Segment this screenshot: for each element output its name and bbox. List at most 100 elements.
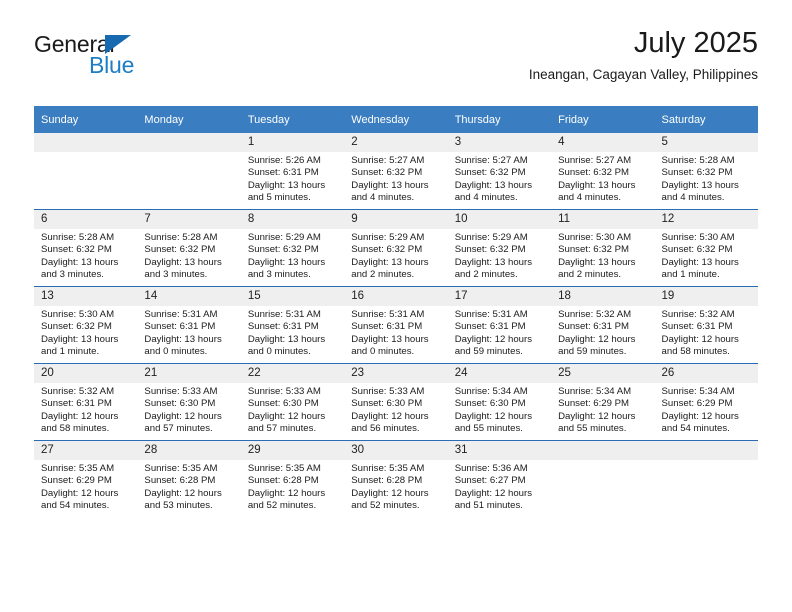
daylight-text: Daylight: 12 hours and 59 minutes. bbox=[558, 333, 636, 358]
sunset-text: Sunset: 6:32 PM bbox=[661, 244, 733, 256]
calendar-day-cell: 4 Sunrise: 5:27 AM Sunset: 6:32 PM Daylight… bbox=[551, 133, 655, 210]
calendar-cell-empty bbox=[551, 440, 655, 517]
sunset-text: Sunset: 6:30 PM bbox=[454, 398, 526, 410]
daylight-text: Daylight: 13 hours and 0 minutes. bbox=[247, 333, 326, 358]
calendar-header-row: Sunday Monday Tuesday Wednesday Thursday… bbox=[34, 106, 758, 133]
title-block: July 2025 Ineangan, Cagayan Valley, Phil… bbox=[529, 27, 758, 83]
day-details: Sunrise: 5:34 AM Sunset: 6:29 PM Daylight:… bbox=[655, 383, 758, 436]
daylight-text: Daylight: 13 hours and 3 minutes. bbox=[41, 256, 119, 281]
sunrise-text: Sunrise: 5:30 AM bbox=[41, 309, 115, 320]
weekday-header-saturday: Saturday bbox=[654, 106, 758, 133]
daylight-text: Daylight: 12 hours and 56 minutes. bbox=[351, 410, 429, 435]
calendar-day-cell: 14 Sunrise: 5:31 AM Sunset: 6:31 PM Dayligh… bbox=[137, 286, 241, 364]
calendar-day-cell: 8 Sunrise: 5:29 AM Sunset: 6:32 PM Daylight… bbox=[240, 209, 345, 287]
calendar-day-cell: 31 Sunrise: 5:36 AM Sunset: 6:27 PM Dayligh… bbox=[447, 440, 552, 517]
calendar-day-cell: 24 Sunrise: 5:34 AM Sunset: 6:30 PM Dayligh… bbox=[447, 363, 552, 441]
sunset-text: Sunset: 6:31 PM bbox=[351, 321, 423, 333]
day-number: 13 bbox=[34, 287, 138, 306]
sunset-text: Sunset: 6:31 PM bbox=[247, 167, 319, 179]
calendar-cell-empty bbox=[137, 133, 241, 210]
calendar-day-cell: 2 Sunrise: 5:27 AM Sunset: 6:32 PM Daylight… bbox=[344, 133, 448, 210]
calendar-day-cell: 5 Sunrise: 5:28 AM Sunset: 6:32 PM Daylight… bbox=[654, 133, 758, 210]
day-details: Sunrise: 5:35 AM Sunset: 6:28 PM Daylight:… bbox=[344, 460, 447, 513]
sunset-text: Sunset: 6:32 PM bbox=[454, 167, 526, 179]
daylight-text: Daylight: 12 hours and 58 minutes. bbox=[661, 333, 739, 358]
calendar-week-row: 13 Sunrise: 5:30 AM Sunset: 6:32 PM Dayligh… bbox=[34, 286, 758, 364]
day-details: Sunrise: 5:31 AM Sunset: 6:31 PM Daylight:… bbox=[344, 306, 447, 359]
daylight-text: Daylight: 13 hours and 4 minutes. bbox=[454, 179, 533, 204]
day-details: Sunrise: 5:30 AM Sunset: 6:32 PM Daylight:… bbox=[551, 229, 654, 282]
calendar-day-cell: 11 Sunrise: 5:30 AM Sunset: 6:32 PM Dayligh… bbox=[551, 209, 655, 287]
day-number: 12 bbox=[654, 210, 758, 229]
daylight-text: Daylight: 12 hours and 59 minutes. bbox=[454, 333, 533, 358]
sunset-text: Sunset: 6:29 PM bbox=[41, 475, 112, 487]
sunrise-text: Sunrise: 5:27 AM bbox=[351, 155, 425, 166]
day-number: 20 bbox=[34, 364, 138, 383]
day-number: 27 bbox=[34, 441, 138, 460]
sunset-text: Sunset: 6:31 PM bbox=[41, 398, 112, 410]
page-title: July 2025 bbox=[633, 27, 758, 59]
day-number: 23 bbox=[344, 364, 448, 383]
day-number: 18 bbox=[551, 287, 655, 306]
day-details: Sunrise: 5:27 AM Sunset: 6:32 PM Daylight:… bbox=[448, 152, 551, 205]
sunrise-text: Sunrise: 5:35 AM bbox=[144, 463, 218, 474]
calendar-day-cell: 29 Sunrise: 5:35 AM Sunset: 6:28 PM Dayligh… bbox=[240, 440, 345, 517]
sunset-text: Sunset: 6:30 PM bbox=[144, 398, 216, 410]
day-number: 6 bbox=[34, 210, 138, 229]
daylight-text: Daylight: 13 hours and 0 minutes. bbox=[351, 333, 429, 358]
day-details: Sunrise: 5:29 AM Sunset: 6:32 PM Daylight:… bbox=[241, 229, 344, 282]
sunset-text: Sunset: 6:29 PM bbox=[558, 398, 630, 410]
day-number: 7 bbox=[137, 210, 241, 229]
day-details: Sunrise: 5:27 AM Sunset: 6:32 PM Daylight:… bbox=[551, 152, 654, 205]
daylight-text: Daylight: 12 hours and 57 minutes. bbox=[144, 410, 222, 435]
day-number: 9 bbox=[344, 210, 448, 229]
sunset-text: Sunset: 6:32 PM bbox=[247, 244, 319, 256]
day-number: 29 bbox=[240, 441, 345, 460]
day-number bbox=[34, 133, 138, 152]
calendar-day-cell: 16 Sunrise: 5:31 AM Sunset: 6:31 PM Dayligh… bbox=[344, 286, 448, 364]
day-details: Sunrise: 5:32 AM Sunset: 6:31 PM Daylight:… bbox=[34, 383, 137, 436]
weekday-header-sunday: Sunday bbox=[34, 106, 138, 133]
day-number: 19 bbox=[654, 287, 758, 306]
day-details: Sunrise: 5:32 AM Sunset: 6:31 PM Daylight:… bbox=[655, 306, 758, 359]
sunset-text: Sunset: 6:31 PM bbox=[558, 321, 630, 333]
sunrise-text: Sunrise: 5:29 AM bbox=[351, 232, 425, 243]
sunset-text: Sunset: 6:31 PM bbox=[247, 321, 319, 333]
calendar-day-cell: 3 Sunrise: 5:27 AM Sunset: 6:32 PM Daylight… bbox=[447, 133, 552, 210]
day-details: Sunrise: 5:34 AM Sunset: 6:29 PM Daylight:… bbox=[551, 383, 654, 436]
sunrise-text: Sunrise: 5:36 AM bbox=[454, 463, 528, 474]
day-details: Sunrise: 5:31 AM Sunset: 6:31 PM Daylight:… bbox=[137, 306, 240, 359]
day-details: Sunrise: 5:31 AM Sunset: 6:31 PM Daylight:… bbox=[448, 306, 551, 359]
sunrise-text: Sunrise: 5:34 AM bbox=[558, 386, 632, 397]
sunset-text: Sunset: 6:29 PM bbox=[661, 398, 733, 410]
sunrise-text: Sunrise: 5:27 AM bbox=[454, 155, 528, 166]
sunrise-text: Sunrise: 5:28 AM bbox=[41, 232, 115, 243]
calendar-day-cell: 26 Sunrise: 5:34 AM Sunset: 6:29 PM Dayligh… bbox=[654, 363, 758, 441]
sunset-text: Sunset: 6:31 PM bbox=[454, 321, 526, 333]
weekday-header-wednesday: Wednesday bbox=[344, 106, 448, 133]
daylight-text: Daylight: 13 hours and 2 minutes. bbox=[558, 256, 636, 281]
sunrise-text: Sunrise: 5:35 AM bbox=[41, 463, 115, 474]
sunrise-text: Sunrise: 5:35 AM bbox=[351, 463, 425, 474]
sunset-text: Sunset: 6:27 PM bbox=[454, 475, 526, 487]
sunrise-sunset-calendar: Sunday Monday Tuesday Wednesday Thursday… bbox=[34, 106, 758, 517]
day-details: Sunrise: 5:30 AM Sunset: 6:32 PM Daylight:… bbox=[34, 306, 137, 359]
day-details: Sunrise: 5:28 AM Sunset: 6:32 PM Daylight:… bbox=[34, 229, 137, 282]
weekday-header-thursday: Thursday bbox=[447, 106, 552, 133]
day-details: Sunrise: 5:35 AM Sunset: 6:28 PM Daylight:… bbox=[241, 460, 344, 513]
day-number: 15 bbox=[240, 287, 345, 306]
sunset-text: Sunset: 6:28 PM bbox=[247, 475, 319, 487]
daylight-text: Daylight: 13 hours and 1 minute. bbox=[661, 256, 739, 281]
sunset-text: Sunset: 6:32 PM bbox=[41, 321, 112, 333]
day-number: 10 bbox=[447, 210, 552, 229]
sunrise-text: Sunrise: 5:32 AM bbox=[41, 386, 115, 397]
day-details: Sunrise: 5:35 AM Sunset: 6:29 PM Daylight:… bbox=[34, 460, 137, 513]
calendar-day-cell: 7 Sunrise: 5:28 AM Sunset: 6:32 PM Daylight… bbox=[137, 209, 241, 287]
calendar-cell-empty bbox=[34, 133, 138, 210]
calendar-day-cell: 22 Sunrise: 5:33 AM Sunset: 6:30 PM Dayligh… bbox=[240, 363, 345, 441]
daylight-text: Daylight: 12 hours and 58 minutes. bbox=[41, 410, 119, 435]
sunset-text: Sunset: 6:28 PM bbox=[144, 475, 216, 487]
sunrise-text: Sunrise: 5:33 AM bbox=[247, 386, 321, 397]
sunrise-text: Sunrise: 5:29 AM bbox=[247, 232, 321, 243]
day-number: 28 bbox=[137, 441, 241, 460]
